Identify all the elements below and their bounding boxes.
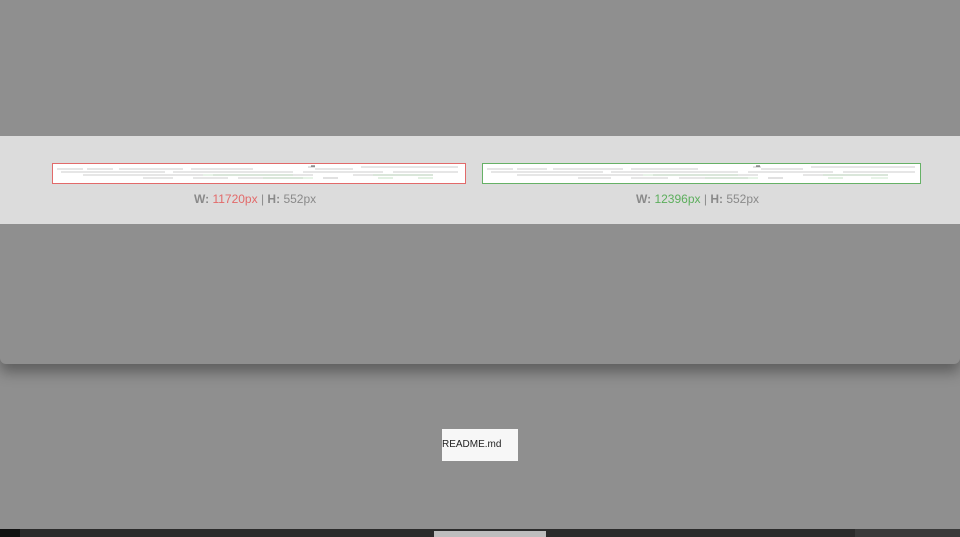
added-width-value: 12396px (654, 192, 701, 206)
bottom-scroll-tab[interactable] (434, 531, 546, 537)
width-label: W: (636, 192, 652, 206)
screen: W: 11720px | H: 552px W: 12396px | H: 55… (0, 0, 960, 537)
deleted-height-value: 552px (283, 192, 317, 206)
added-image-thumbnail[interactable] (482, 163, 921, 184)
height-label: H: (710, 192, 723, 206)
bottom-bar-right-edge (855, 529, 960, 537)
image-diff-band: W: 11720px | H: 552px W: 12396px | H: 55… (0, 136, 960, 224)
added-image-preview (487, 165, 915, 179)
deleted-image-preview (57, 165, 458, 179)
bottom-bar-left-edge (0, 529, 20, 537)
dimension-separator: | (260, 192, 265, 206)
image-diff-overlay: W: 11720px | H: 552px W: 12396px | H: 55… (0, 0, 960, 364)
dimension-separator: | (703, 192, 707, 206)
file-name-tooltip[interactable]: README.md (442, 429, 518, 461)
deleted-image-thumbnail[interactable] (52, 163, 466, 184)
height-label: H: (267, 192, 281, 206)
deleted-image-dimensions: W: 11720px | H: 552px (194, 192, 316, 206)
deleted-width-value: 11720px (212, 192, 258, 206)
added-image-dimensions: W: 12396px | H: 552px (636, 192, 759, 206)
width-label: W: (194, 192, 210, 206)
added-height-value: 552px (726, 192, 760, 206)
file-name-label: README.md (442, 439, 502, 450)
